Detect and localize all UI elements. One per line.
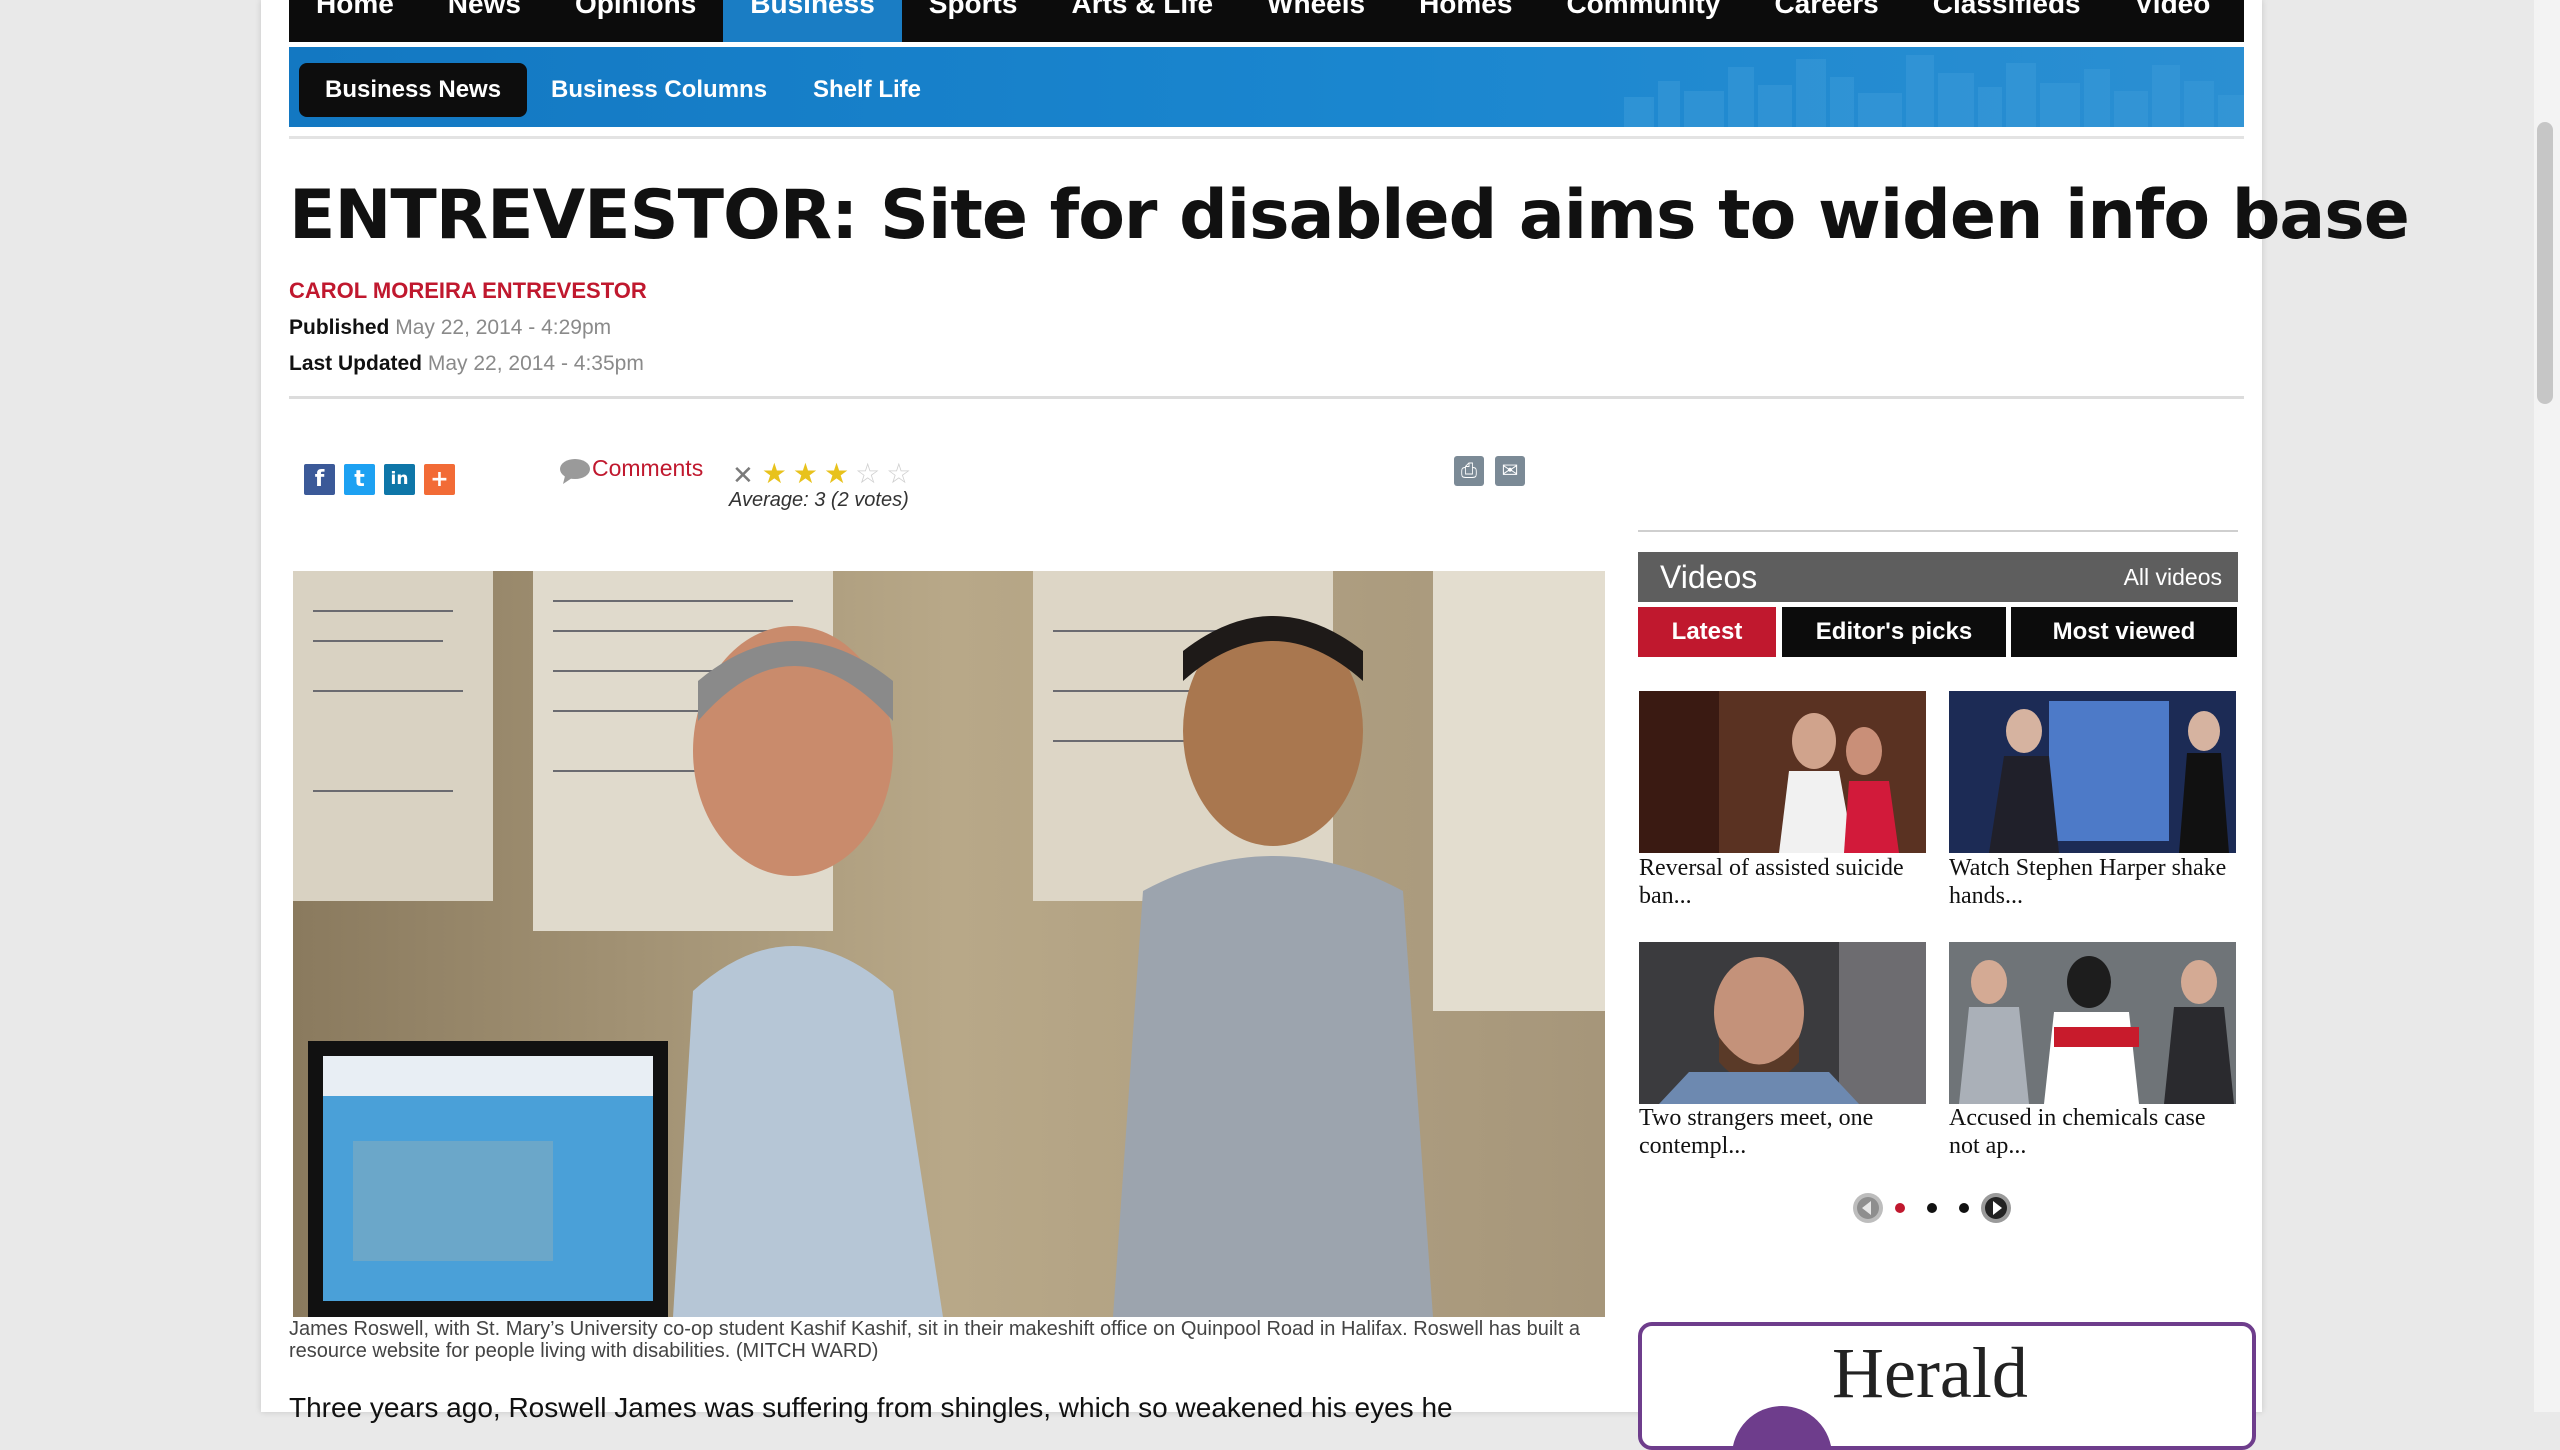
comments-link[interactable]: Comments [592,455,703,482]
sub-nav: Business News Business Columns Shelf Lif… [289,47,2244,127]
videos-title: Videos [1660,559,1758,595]
video-thumbnail[interactable] [1949,942,2236,1104]
video-pager [1852,1192,2012,1224]
more-share-icon[interactable]: + [424,464,455,495]
nav-item-classifieds[interactable]: Classifieds [1906,0,2108,42]
published-meta: Published May 22, 2014 - 4:29pm [289,316,611,340]
video-thumbnail[interactable] [1639,691,1926,853]
nav-item-community[interactable]: Community [1539,0,1747,42]
nav-item-arts-life[interactable]: Arts & Life [1044,0,1240,42]
nav-item-business[interactable]: Business [723,0,902,42]
ad-logo-decoration [1733,1406,1831,1446]
updated-label: Last Updated [289,352,423,375]
email-icon[interactable]: ✉ [1495,456,1525,486]
facebook-share-icon[interactable]: f [304,464,335,495]
pager-dot[interactable] [1927,1203,1937,1213]
article-author[interactable]: CAROL MOREIRA ENTREVESTOR [289,278,647,304]
video-caption[interactable]: Two strangers meet, one contempl... [1639,1104,1931,1160]
nav-item-homes[interactable]: Homes [1392,0,1539,42]
herald-ad[interactable]: Herald [1638,1322,2256,1450]
video-caption[interactable]: Accused in chemicals case not ap... [1949,1104,2241,1160]
nav-item-news[interactable]: News [421,0,548,42]
article-body: Three years ago, Roswell James was suffe… [289,1392,1453,1423]
article-title: ENTREVESTOR: Site for disabled aims to w… [289,176,2410,255]
video-caption[interactable]: Watch Stephen Harper shake hands... [1949,854,2241,910]
rating-average: Average: 3 (2 votes) [729,489,909,511]
scrollbar-thumb[interactable] [2537,122,2553,404]
skyline-decoration [1624,55,2244,127]
next-arrow-icon[interactable] [1980,1192,2012,1224]
tab-latest[interactable]: Latest [1638,607,1776,657]
article-photo [293,571,1605,1317]
video-thumbnail[interactable] [1949,691,2236,853]
star-icon[interactable]: ☆ [886,460,911,491]
star-icon[interactable]: ☆ [855,460,880,491]
star-icon[interactable]: ★ [824,460,849,491]
twitter-share-icon[interactable]: t [344,464,375,495]
video-caption[interactable]: Reversal of assisted suicide ban... [1639,854,1931,910]
pager-dot[interactable] [1959,1203,1969,1213]
star-rating[interactable]: ✕ ★ ★ ★ ☆ ☆ [732,460,911,491]
video-thumbnail[interactable] [1639,942,1926,1104]
divider [289,396,2244,399]
previous-arrow-icon[interactable] [1852,1192,1884,1224]
main-nav: Home News Opinions Business Sports Arts … [289,0,2244,42]
updated-date: May 22, 2014 - 4:35pm [427,352,644,375]
star-icon[interactable]: ★ [762,460,787,491]
star-icon[interactable]: ★ [793,460,818,491]
subnav-item-business-columns[interactable]: Business Columns [525,63,793,117]
subnav-item-business-news[interactable]: Business News [299,63,528,117]
print-icon[interactable]: ⎙ [1454,456,1484,486]
subnav-item-shelf-life[interactable]: Shelf Life [787,63,947,117]
nav-item-home[interactable]: Home [289,0,421,42]
photo-caption: James Roswell, with St. Mary’s Universit… [289,1318,1580,1362]
nav-item-sports[interactable]: Sports [902,0,1045,42]
all-videos-link[interactable]: All videos [2124,552,2222,602]
comment-bubble-icon[interactable] [559,458,591,484]
nav-item-video[interactable]: Video [2108,0,2238,42]
published-date: May 22, 2014 - 4:29pm [395,316,612,339]
videos-header: Videos All videos [1638,552,2238,602]
nav-item-opinions[interactable]: Opinions [548,0,723,42]
rating-cancel-icon[interactable]: ✕ [732,460,754,491]
linkedin-share-icon[interactable]: in [384,464,415,495]
published-label: Published [289,316,390,339]
pager-dot[interactable] [1895,1203,1905,1213]
divider [1638,530,2238,532]
updated-meta: Last Updated May 22, 2014 - 4:35pm [289,352,644,376]
tab-editors-picks[interactable]: Editor's picks [1782,607,2006,657]
nav-item-wheels[interactable]: Wheels [1240,0,1392,42]
ad-text: Herald [1832,1333,2028,1413]
nav-item-careers[interactable]: Careers [1747,0,1905,42]
divider [289,136,2244,139]
tab-most-viewed[interactable]: Most viewed [2011,607,2237,657]
